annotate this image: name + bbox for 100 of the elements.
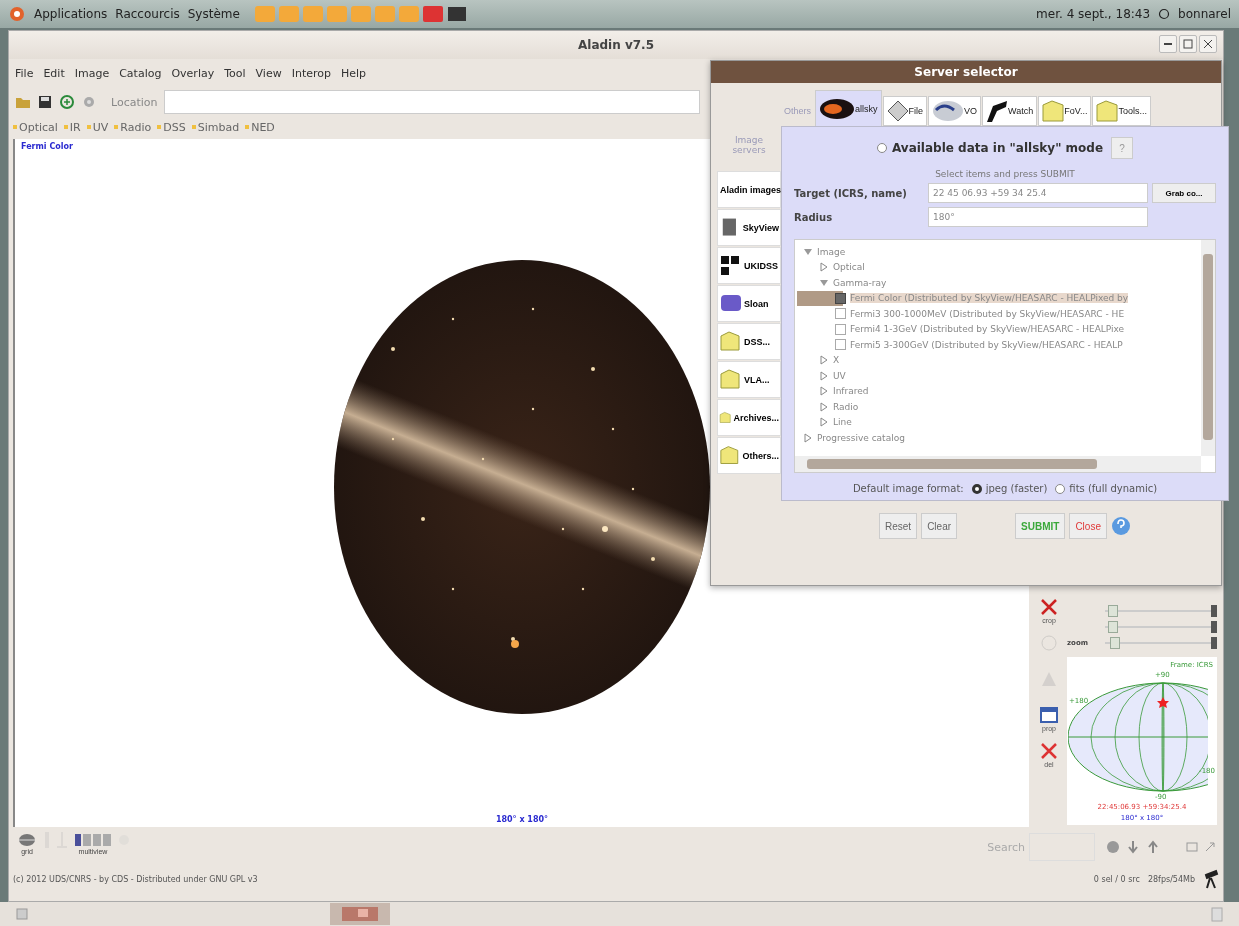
user-name[interactable]: bonnarel bbox=[1178, 7, 1231, 21]
menu-item[interactable]: Overlay bbox=[171, 66, 215, 80]
tree-item[interactable]: Fermi3 300-1000MeV (Distributed by SkyView/HEASARC - HE bbox=[797, 306, 1125, 322]
close-icon bbox=[1203, 39, 1213, 49]
collapsed-arrow-icon bbox=[803, 432, 813, 443]
shortcut-link[interactable]: Optical bbox=[13, 120, 58, 134]
checkbox[interactable] bbox=[835, 308, 846, 320]
target-field[interactable]: 22 45 06.93 +59 34 25.4 bbox=[928, 183, 1148, 203]
panel-menu[interactable]: Système bbox=[187, 7, 240, 21]
tree-item[interactable]: Fermi5 3-300GeV (Distributed by SkyView/HEASARC - HEALP bbox=[797, 337, 1123, 353]
expanded-arrow-icon bbox=[803, 246, 813, 257]
terminal-icon bbox=[445, 4, 468, 24]
format-radio[interactable]: fits (full dynamic) bbox=[1055, 483, 1158, 494]
window-thumbnail-icon bbox=[340, 905, 380, 923]
server-button[interactable]: Archives... bbox=[717, 399, 781, 436]
collapsed-arrow-icon bbox=[819, 386, 829, 397]
menu-item[interactable]: Tool bbox=[224, 66, 246, 80]
file-icon bbox=[886, 100, 909, 122]
tree-item[interactable]: UV bbox=[797, 368, 846, 384]
server-button[interactable]: Aladin images bbox=[717, 171, 781, 208]
launcher-icon bbox=[421, 4, 444, 24]
minimize-button[interactable] bbox=[1159, 35, 1177, 53]
server-button[interactable]: VLA... bbox=[717, 361, 781, 398]
servers-label: Image servers bbox=[731, 135, 767, 157]
server-button[interactable]: DSS... bbox=[717, 323, 781, 360]
dialog-button[interactable]: Clear bbox=[921, 513, 958, 539]
launcher-icon bbox=[253, 4, 276, 24]
tab[interactable]: Tools... bbox=[1092, 96, 1151, 126]
panel-menu[interactable]: Raccourcis bbox=[115, 7, 180, 21]
vertical-scrollbar[interactable] bbox=[1201, 240, 1215, 456]
format-radio[interactable]: jpeg (faster) bbox=[971, 483, 1048, 494]
clock: mer. 4 sept., 18:43 bbox=[1036, 7, 1151, 21]
menu-item[interactable]: File bbox=[15, 66, 34, 80]
slider-thumb[interactable] bbox=[1108, 621, 1119, 633]
tree-item[interactable]: Line bbox=[797, 414, 852, 430]
shortcut-link[interactable]: Radio bbox=[114, 120, 152, 134]
launcher-icon bbox=[301, 4, 324, 24]
shortcut-link[interactable]: NED bbox=[245, 120, 275, 134]
tab[interactable]: Watch bbox=[982, 96, 1038, 126]
search-label: Search bbox=[987, 840, 1025, 854]
tree-item[interactable]: Gamma-ray bbox=[797, 275, 887, 291]
shortcut-link[interactable]: DSS bbox=[157, 120, 186, 134]
close-button[interactable] bbox=[1199, 35, 1217, 53]
down-arrow-icon bbox=[1125, 839, 1141, 855]
tab[interactable]: allsky bbox=[815, 90, 882, 126]
horizontal-scrollbar[interactable] bbox=[795, 456, 1201, 472]
server-button[interactable]: UKIDSS bbox=[717, 247, 781, 284]
menu-item[interactable]: View bbox=[255, 66, 282, 80]
shortcut-link[interactable]: IR bbox=[63, 120, 81, 134]
tree-item[interactable]: Image bbox=[797, 244, 846, 260]
menu-item[interactable]: Edit bbox=[43, 66, 65, 80]
tab[interactable]: VO bbox=[928, 96, 982, 126]
radius-field[interactable]: 180° bbox=[928, 207, 1148, 227]
server-button[interactable]: SkyView bbox=[717, 209, 781, 246]
server-button[interactable]: Sloan bbox=[717, 285, 781, 322]
tree-item[interactable]: Fermi4 1-3GeV (Distributed by SkyView/HEASARC - HEALPixe bbox=[797, 321, 1125, 337]
launcher-icon bbox=[373, 4, 396, 24]
tab[interactable]: File bbox=[882, 96, 928, 126]
del-tool-icon bbox=[1038, 741, 1060, 761]
checkbox[interactable] bbox=[835, 292, 846, 304]
dialog-button[interactable]: Close bbox=[1069, 513, 1107, 539]
mode-radio[interactable]: Available data in "allsky" mode bbox=[876, 141, 1104, 155]
shortcut-link[interactable]: UV bbox=[86, 120, 109, 134]
tree-item[interactable]: X bbox=[797, 352, 840, 368]
checkbox[interactable] bbox=[835, 323, 846, 335]
server-button[interactable]: Others... bbox=[717, 437, 781, 474]
tree-item[interactable]: Optical bbox=[797, 259, 865, 275]
tab[interactable]: FoV... bbox=[1038, 96, 1092, 126]
multiview-icon bbox=[75, 832, 111, 848]
slider-thumb[interactable] bbox=[1110, 637, 1121, 649]
folder-icon bbox=[719, 367, 743, 392]
panel-menu[interactable]: Applications bbox=[34, 7, 108, 21]
collapsed-arrow-icon bbox=[819, 262, 829, 273]
location-field[interactable] bbox=[163, 90, 700, 114]
tree-item[interactable]: Infrared bbox=[797, 383, 869, 399]
grab-coordinates-button[interactable]: Grab co... bbox=[1152, 183, 1216, 203]
tree-item[interactable]: Radio bbox=[797, 399, 859, 415]
target-label: Target (ICRS, name) bbox=[794, 187, 908, 199]
menu-item[interactable]: Catalog bbox=[119, 66, 162, 80]
location-label: Location bbox=[111, 95, 158, 109]
help-icon bbox=[1110, 516, 1131, 536]
collapsed-arrow-icon bbox=[819, 401, 829, 412]
checkbox[interactable] bbox=[835, 339, 846, 351]
taskbar-button[interactable] bbox=[330, 903, 390, 925]
telescope-icon bbox=[1203, 869, 1219, 889]
shortcut-link[interactable]: Simbad bbox=[191, 120, 240, 134]
dialog-button[interactable]: Reset bbox=[879, 513, 918, 539]
menu-item[interactable]: Image bbox=[74, 66, 110, 80]
folder-icon bbox=[719, 329, 743, 354]
collapsed-arrow-icon bbox=[819, 417, 829, 428]
hint-text: Select items and press SUBMIT bbox=[934, 169, 1076, 179]
memory-usage: 28fps/54Mb bbox=[1147, 874, 1195, 884]
launcher-icon bbox=[397, 4, 420, 24]
collapsed-arrow-icon bbox=[819, 370, 829, 381]
vo-icon bbox=[932, 100, 965, 122]
slider-thumb[interactable] bbox=[1108, 605, 1119, 617]
menu-item[interactable]: Help bbox=[341, 66, 367, 80]
collapsed-arrow-icon bbox=[819, 355, 829, 366]
menu-item[interactable]: Interop bbox=[291, 66, 331, 80]
tree-item[interactable]: Progressive catalog bbox=[797, 430, 905, 446]
